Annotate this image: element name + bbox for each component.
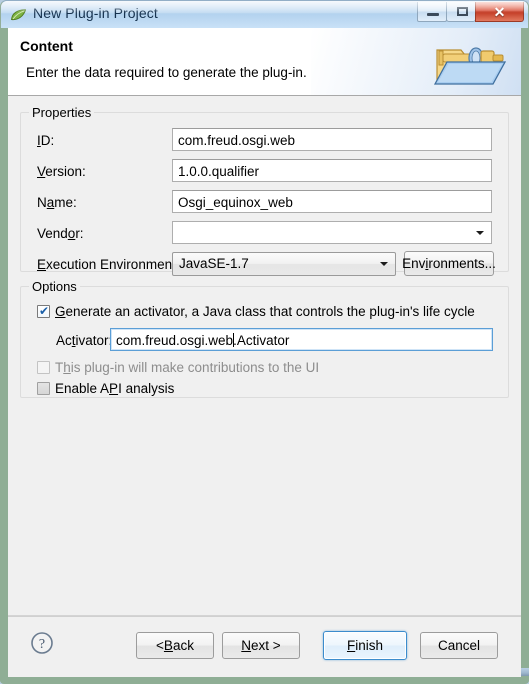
api-analysis-checkbox-row[interactable]: Enable API analysis bbox=[37, 381, 174, 396]
name-label: Name: bbox=[37, 195, 77, 210]
activator-label: Activator: bbox=[56, 333, 113, 348]
finish-button[interactable]: Finish bbox=[323, 631, 407, 660]
execution-environment-dropdown-button[interactable] bbox=[375, 254, 394, 274]
activator-input[interactable]: com.freud.osgi.web.Activator bbox=[110, 328, 493, 351]
version-label: Version: bbox=[37, 164, 86, 179]
generate-activator-checkbox[interactable]: ✔ bbox=[37, 305, 50, 318]
cancel-button[interactable]: Cancel bbox=[420, 632, 498, 659]
environments-button[interactable]: Env i ronments... bbox=[402, 251, 496, 276]
question-mark-help-icon[interactable]: ? bbox=[30, 631, 54, 660]
id-input[interactable]: com.freud.osgi.web bbox=[172, 128, 492, 151]
execution-environment-label: Execution Environment: bbox=[37, 257, 180, 272]
eclipse-leaf-icon bbox=[10, 8, 27, 22]
generate-activator-checkbox-row[interactable]: ✔ Generate an activator, a Java class th… bbox=[37, 304, 475, 319]
chevron-down-icon bbox=[476, 231, 484, 235]
name-input[interactable]: Osgi_equinox_web bbox=[172, 190, 492, 213]
id-label: ID: bbox=[37, 133, 55, 148]
button-bar: ? < Back Next > Finish Cancel bbox=[8, 616, 521, 677]
maximize-icon bbox=[457, 7, 468, 16]
plugin-connector-folder-icon bbox=[431, 34, 509, 95]
page-description: Enter the data required to generate the … bbox=[26, 65, 307, 80]
activator-value-after-caret: .Activator bbox=[233, 333, 290, 348]
window-title: New Plug-in Project bbox=[33, 5, 158, 21]
next-button[interactable]: Next > bbox=[222, 632, 300, 659]
screenshot-root: New Plug-in Project ✕ Content Enter the … bbox=[0, 0, 529, 684]
properties-group-label: Properties bbox=[29, 105, 95, 120]
vendor-label: Vendor: bbox=[37, 226, 84, 241]
activator-value-before-caret: com.freud.osgi.web bbox=[116, 333, 234, 348]
options-group: Options ✔ Generate an activator, a Java … bbox=[20, 279, 509, 398]
execution-environment-combo[interactable]: JavaSE-1.7 bbox=[172, 252, 396, 276]
wizard-header: Content Enter the data required to gener… bbox=[8, 28, 521, 96]
svg-text:?: ? bbox=[39, 637, 45, 652]
check-icon: ✔ bbox=[39, 304, 50, 318]
close-icon: ✕ bbox=[493, 4, 506, 20]
execution-environment-value: JavaSE-1.7 bbox=[179, 256, 249, 271]
generate-activator-label: Generate an activator, a Java class that… bbox=[55, 304, 475, 319]
back-button[interactable]: < Back bbox=[136, 632, 214, 659]
version-input[interactable]: 1.0.0.qualifier bbox=[172, 159, 492, 182]
minimize-button[interactable] bbox=[417, 2, 447, 22]
ui-contributions-label: This plug-in will make contributions to … bbox=[55, 360, 320, 375]
maximize-button[interactable] bbox=[446, 2, 476, 22]
close-button[interactable]: ✕ bbox=[475, 2, 524, 22]
ui-contributions-checkbox bbox=[37, 361, 50, 374]
vendor-combo[interactable] bbox=[172, 221, 492, 244]
window-controls: ✕ bbox=[417, 2, 524, 22]
wizard-content: Properties ID: com.freud.osgi.web Versio… bbox=[8, 96, 521, 616]
ui-contributions-checkbox-row: This plug-in will make contributions to … bbox=[37, 360, 319, 375]
title-bar: New Plug-in Project ✕ bbox=[0, 0, 529, 28]
options-group-label: Options bbox=[29, 279, 80, 294]
minimize-icon bbox=[427, 13, 439, 16]
api-analysis-checkbox[interactable] bbox=[37, 382, 50, 395]
api-analysis-label: Enable API analysis bbox=[55, 381, 175, 396]
chevron-down-icon bbox=[380, 262, 388, 266]
properties-group: Properties ID: com.freud.osgi.web Versio… bbox=[20, 105, 509, 276]
page-title: Content bbox=[20, 38, 73, 54]
